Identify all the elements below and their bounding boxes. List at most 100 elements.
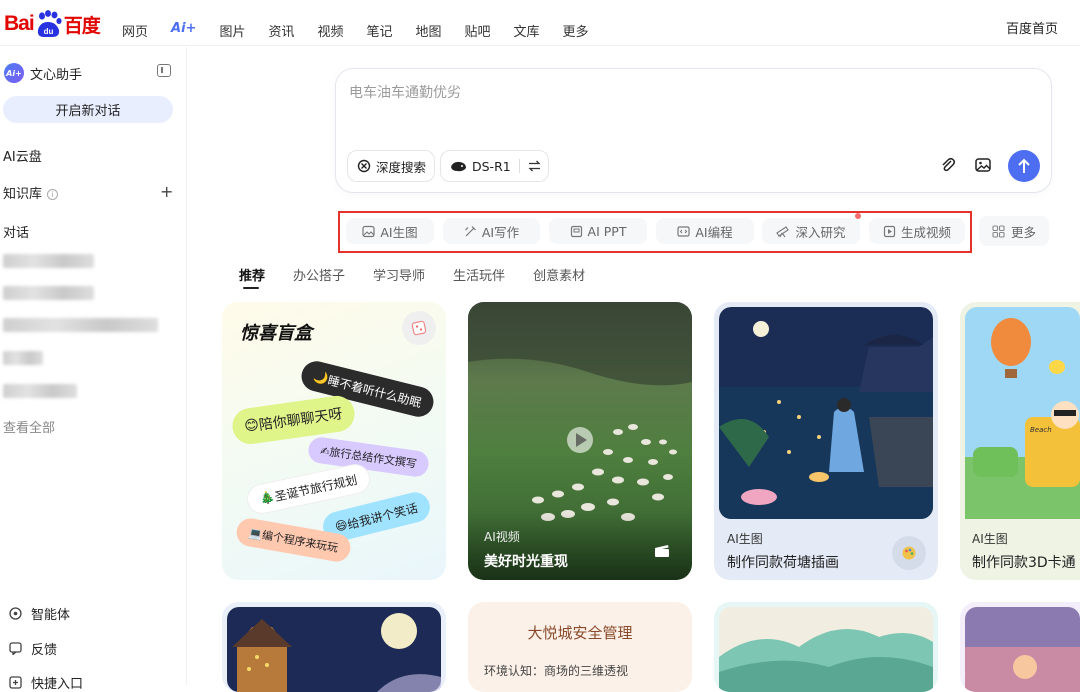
robot-icon xyxy=(8,607,22,621)
nav-tieba[interactable]: 贴吧 xyxy=(465,21,491,40)
baidu-home-link[interactable]: 百度首页 xyxy=(1006,18,1058,37)
deep-search-label: 深度搜索 xyxy=(376,159,427,175)
assistant-avatar: Ai+ xyxy=(4,63,24,83)
video-icon xyxy=(883,225,896,237)
send-button[interactable] xyxy=(1008,150,1040,182)
bubble-chat[interactable]: 😊 陪你聊聊天呀 xyxy=(230,393,357,447)
top-nav: 网页 Ai+ 图片 资讯 视频 笔记 地图 贴吧 文库 更多 xyxy=(122,21,612,40)
card-video-label: AI视频 xyxy=(484,530,520,544)
sidebar-item-knowledge[interactable]: 知识库 i xyxy=(3,183,59,202)
divider xyxy=(518,159,520,173)
card-lotus[interactable]: AI生图 制作同款荷塘插画 xyxy=(714,302,938,580)
whale-icon xyxy=(450,160,467,173)
tool-ai-image[interactable]: AI生图 xyxy=(346,218,434,244)
switch-model-icon[interactable] xyxy=(528,160,541,172)
tool-deep-research-label: 深入研究 xyxy=(795,224,846,240)
add-knowledge-icon[interactable]: + xyxy=(160,182,173,201)
sidebar-shortcut[interactable]: 快捷入口 xyxy=(8,673,83,692)
card-mountains[interactable] xyxy=(714,602,938,692)
logo-text: Bai xyxy=(4,12,35,35)
chat-history-item[interactable] xyxy=(3,351,43,365)
slides-icon xyxy=(570,225,582,237)
tool-ai-writing[interactable]: AI写作 xyxy=(443,218,540,244)
nav-more[interactable]: 更多 xyxy=(563,21,589,40)
shortcut-label: 快捷入口 xyxy=(31,677,84,692)
category-tabs: 推荐 办公搭子 学习导师 生活玩伴 创意素材 xyxy=(239,265,613,284)
card-safety-doc[interactable]: 大悦城安全管理 环境认知：商场的三维透视 xyxy=(468,602,692,692)
shortcut-icon xyxy=(8,676,22,690)
chat-history-item[interactable] xyxy=(3,318,158,332)
nav-wenku[interactable]: 文库 xyxy=(514,21,540,40)
card-surprise-box[interactable]: 惊喜盲盒 🌙 睡不着听什么助眠 😊 陪你聊聊天呀 ✍ 旅行总结作文撰写 🎄 圣诞… xyxy=(222,302,446,580)
cartoon-3d-image xyxy=(965,307,1080,519)
tool-deep-research[interactable]: 深入研究 xyxy=(762,218,860,244)
nav-notes[interactable]: 笔记 xyxy=(366,21,392,40)
sidebar-item-chats: 对话 xyxy=(3,226,30,241)
tab-life[interactable]: 生活玩伴 xyxy=(453,265,505,284)
clapperboard-icon xyxy=(654,543,670,562)
nav-images[interactable]: 图片 xyxy=(219,21,245,40)
tool-ai-ppt-label: AI PPT xyxy=(587,223,627,239)
grid-icon xyxy=(992,224,1005,238)
tab-study[interactable]: 学习导师 xyxy=(373,265,425,284)
nav-video[interactable]: 视频 xyxy=(317,21,343,40)
more-tools-button[interactable]: 更多 xyxy=(979,216,1049,246)
card-3d-label: AI生图 xyxy=(972,532,1008,546)
view-all-link[interactable]: 查看全部 xyxy=(3,417,55,436)
baidu-logo[interactable]: Bai du 百度 xyxy=(4,9,101,39)
image-upload-icon[interactable] xyxy=(974,156,992,178)
new-chat-button[interactable]: 开启新对话 xyxy=(3,96,173,123)
chat-history-item[interactable] xyxy=(3,286,94,300)
chat-input-placeholder[interactable]: 电车油车通勤优劣 xyxy=(349,82,461,102)
card-video[interactable]: AI视频 美好时光重现 xyxy=(468,302,692,580)
dice-icon[interactable] xyxy=(402,311,436,345)
bubble-joke-text: 给我讲个笑话 xyxy=(345,500,420,532)
bubble-christmas-text: 圣诞节旅行规划 xyxy=(273,472,359,504)
beach-sign: Beach xyxy=(1030,426,1052,434)
tool-ai-ppt[interactable]: AI PPT xyxy=(549,218,647,244)
card-video-title: 美好时光重现 xyxy=(484,554,568,570)
top-bar: Bai du 百度 网页 Ai+ 图片 资讯 视频 笔记 地图 贴吧 文库 更多… xyxy=(0,0,1080,46)
assistant-header[interactable]: Ai+ 文心助手 xyxy=(4,63,82,83)
tool-ai-coding-label: AI编程 xyxy=(695,224,733,240)
chat-history-item[interactable] xyxy=(3,384,77,398)
tool-generate-video[interactable]: 生成视频 xyxy=(869,218,965,244)
pen-icon xyxy=(464,225,476,236)
agents-label: 智能体 xyxy=(31,608,71,623)
collapse-sidebar-icon[interactable] xyxy=(157,64,171,77)
sunset-image xyxy=(965,607,1080,692)
image-icon xyxy=(362,225,375,237)
tab-recommend[interactable]: 推荐 xyxy=(239,265,265,284)
sidebar-feedback[interactable]: 反馈 xyxy=(8,639,57,658)
deep-search-icon xyxy=(357,159,371,173)
model-selector[interactable]: DS-R1 xyxy=(440,150,549,182)
sidebar-item-cloud[interactable]: AI云盘 xyxy=(3,146,42,165)
tab-creative[interactable]: 创意素材 xyxy=(533,265,585,284)
tool-ai-coding[interactable]: AI编程 xyxy=(656,218,754,244)
attach-icon[interactable] xyxy=(939,156,957,178)
card-night-palace[interactable] xyxy=(222,602,446,692)
logo-du: du xyxy=(43,27,53,36)
nav-ai-plus[interactable]: Ai+ xyxy=(171,21,196,40)
paw-logo-icon: du xyxy=(35,10,63,38)
bubble-chat-text: 陪你聊聊天呀 xyxy=(257,406,344,434)
info-icon[interactable]: i xyxy=(47,189,59,200)
card-3d-cartoon[interactable]: Beach AI生图 制作同款3D卡通 xyxy=(960,302,1080,580)
logo-cn: 百度 xyxy=(63,14,101,37)
palette-icon[interactable] xyxy=(892,536,926,570)
card-sunset[interactable] xyxy=(960,602,1080,692)
sidebar-agents[interactable]: 智能体 xyxy=(8,604,70,623)
nav-web[interactable]: 网页 xyxy=(122,21,148,40)
chat-input-box[interactable]: 电车油车通勤优劣 深度搜索 DS-R1 xyxy=(335,68,1052,193)
deep-search-button[interactable]: 深度搜索 xyxy=(347,150,435,182)
nav-map[interactable]: 地图 xyxy=(416,21,442,40)
tool-generate-video-label: 生成视频 xyxy=(900,224,951,240)
chat-history-item[interactable] xyxy=(3,254,94,268)
nav-news[interactable]: 资讯 xyxy=(268,21,294,40)
night-palace-image xyxy=(227,607,441,692)
tab-office[interactable]: 办公搭子 xyxy=(293,265,345,284)
assistant-name: 文心助手 xyxy=(30,67,83,83)
code-icon xyxy=(677,225,690,237)
card-surprise-title: 惊喜盲盒 xyxy=(240,323,312,344)
tool-ai-image-label: AI生图 xyxy=(380,224,418,240)
